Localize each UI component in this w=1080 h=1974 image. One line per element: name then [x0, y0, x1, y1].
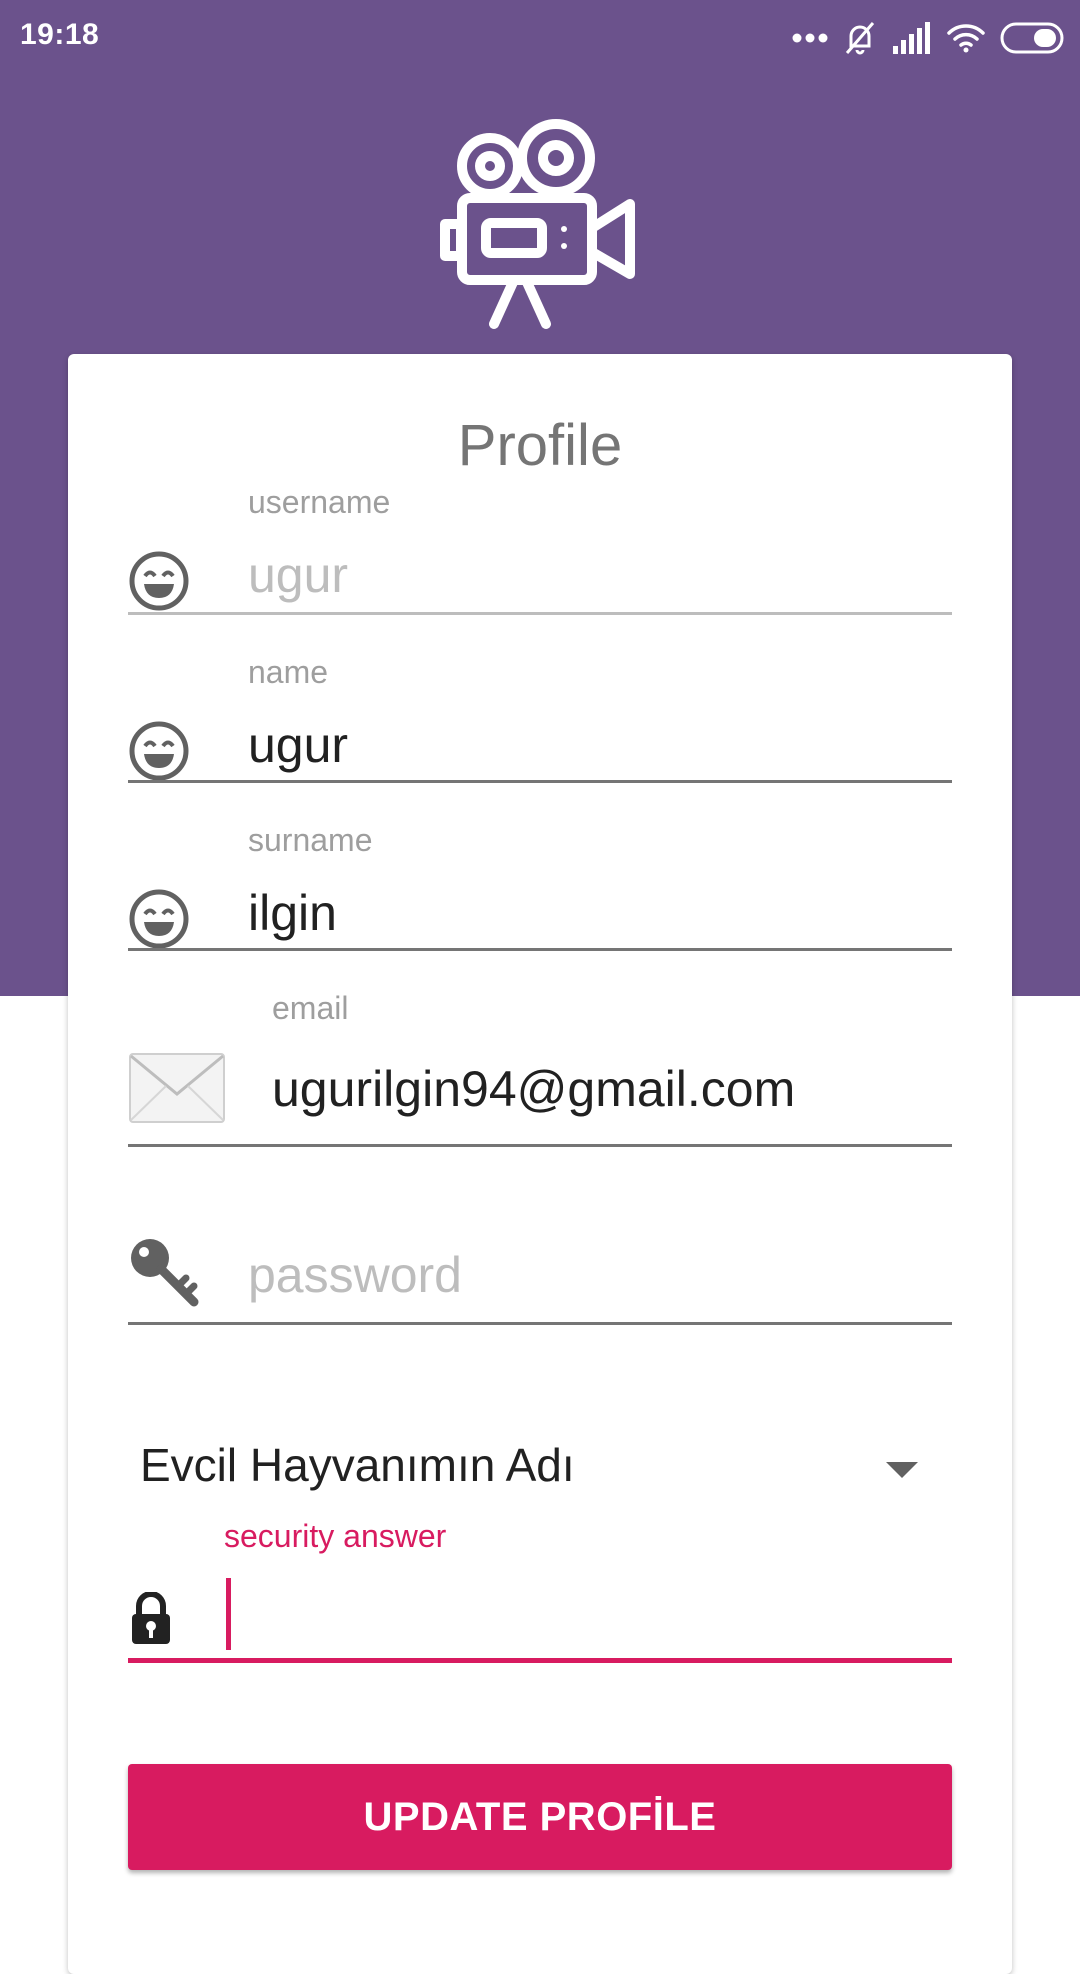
email-underline	[128, 1144, 952, 1147]
name-input[interactable]: ugur	[248, 716, 348, 774]
smile-icon	[128, 720, 190, 787]
password-input[interactable]: password	[248, 1246, 462, 1304]
signal-icon	[892, 22, 932, 54]
status-time: 19:18	[20, 18, 100, 51]
key-icon	[128, 1236, 200, 1313]
security-question-dropdown[interactable]: Evcil Hayvanımın Adı	[140, 1438, 964, 1508]
security-answer-field[interactable]: security answer	[128, 1518, 952, 1668]
profile-card: Profile username ugur name ugur surname …	[68, 354, 1012, 1974]
movie-camera-icon	[440, 116, 640, 332]
username-underline	[128, 612, 952, 615]
more-dots-icon	[792, 33, 828, 43]
mute-alarm-icon	[842, 20, 878, 56]
password-underline	[128, 1322, 952, 1325]
security-question-value: Evcil Hayvanımın Adı	[140, 1439, 575, 1491]
name-underline	[128, 780, 952, 783]
email-field[interactable]: email ugurilgin94@gmail.com	[128, 990, 952, 1150]
chevron-down-icon	[886, 1462, 918, 1478]
wifi-icon	[946, 22, 986, 54]
update-profile-button[interactable]: UPDATE PROFİLE	[128, 1764, 952, 1870]
email-input[interactable]: ugurilgin94@gmail.com	[272, 1060, 795, 1118]
name-field[interactable]: name ugur	[128, 654, 952, 784]
name-label: name	[248, 654, 329, 690]
surname-underline	[128, 948, 952, 951]
text-cursor	[226, 1578, 231, 1650]
status-bar: 19:18	[0, 0, 1080, 72]
battery-icon	[1000, 22, 1066, 54]
lock-icon	[130, 1591, 172, 1651]
smile-icon	[128, 550, 190, 617]
username-field: username ugur	[128, 484, 952, 616]
surname-label: surname	[248, 822, 373, 858]
email-label: email	[272, 990, 349, 1026]
status-icons	[792, 18, 1066, 58]
security-answer-label: security answer	[224, 1518, 447, 1554]
surname-field[interactable]: surname ilgin	[128, 822, 952, 952]
username-label: username	[248, 484, 391, 520]
envelope-icon	[128, 1052, 226, 1129]
page-title: Profile	[457, 413, 623, 478]
surname-input[interactable]: ilgin	[248, 884, 337, 942]
username-value: ugur	[248, 547, 349, 603]
smile-icon	[128, 888, 190, 955]
password-field[interactable]: password	[128, 1214, 952, 1344]
security-answer-underline	[128, 1658, 952, 1663]
